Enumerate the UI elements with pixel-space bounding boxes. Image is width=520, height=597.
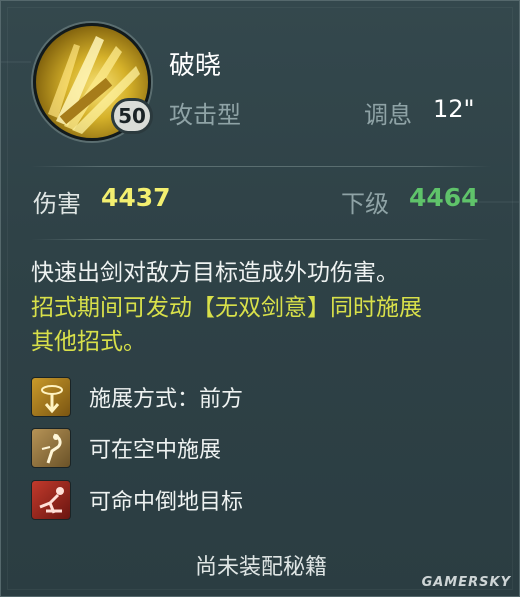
midair-cast-icon xyxy=(31,428,71,468)
cooldown-value: 12" xyxy=(433,95,475,123)
next-level-damage-value: 4464 xyxy=(409,183,479,212)
skill-tooltip-panel: 50 破晓 攻击型 调息 12" 伤害 4437 下级 4464 快速出剑对敌方… xyxy=(0,0,520,597)
divider xyxy=(31,166,491,167)
skill-name: 破晓 xyxy=(169,51,222,81)
next-level-label: 下级 xyxy=(341,190,389,218)
decorative-line xyxy=(1,61,31,63)
skill-type: 攻击型 xyxy=(169,101,241,129)
skill-description-highlight: 招式期间可发动【无双剑意】同时施展 xyxy=(31,295,422,321)
cast-direction-icon xyxy=(31,377,71,417)
damage-label: 伤害 xyxy=(33,190,81,218)
skill-level-badge: 50 xyxy=(111,98,153,134)
watermark: GAMERSKY xyxy=(421,575,511,590)
cooldown-label: 调息 xyxy=(364,101,412,129)
decorative-line xyxy=(479,201,519,203)
skill-description: 快速出剑对敌方目标造成外功伤害。 xyxy=(31,260,399,286)
trait-row-cast-direction: 施展方式：前方 xyxy=(31,377,331,417)
divider xyxy=(31,239,491,240)
trait-row-hit-downed: 可命中倒地目标 xyxy=(31,480,331,520)
trait-label: 可命中倒地目标 xyxy=(89,490,244,515)
skill-description-highlight: 其他招式。 xyxy=(31,329,146,355)
damage-value: 4437 xyxy=(101,183,171,212)
trait-row-midair: 可在空中施展 xyxy=(31,428,331,468)
hit-downed-target-icon xyxy=(31,480,71,520)
trait-label: 施展方式：前方 xyxy=(89,387,244,412)
trait-label: 可在空中施展 xyxy=(89,438,222,463)
